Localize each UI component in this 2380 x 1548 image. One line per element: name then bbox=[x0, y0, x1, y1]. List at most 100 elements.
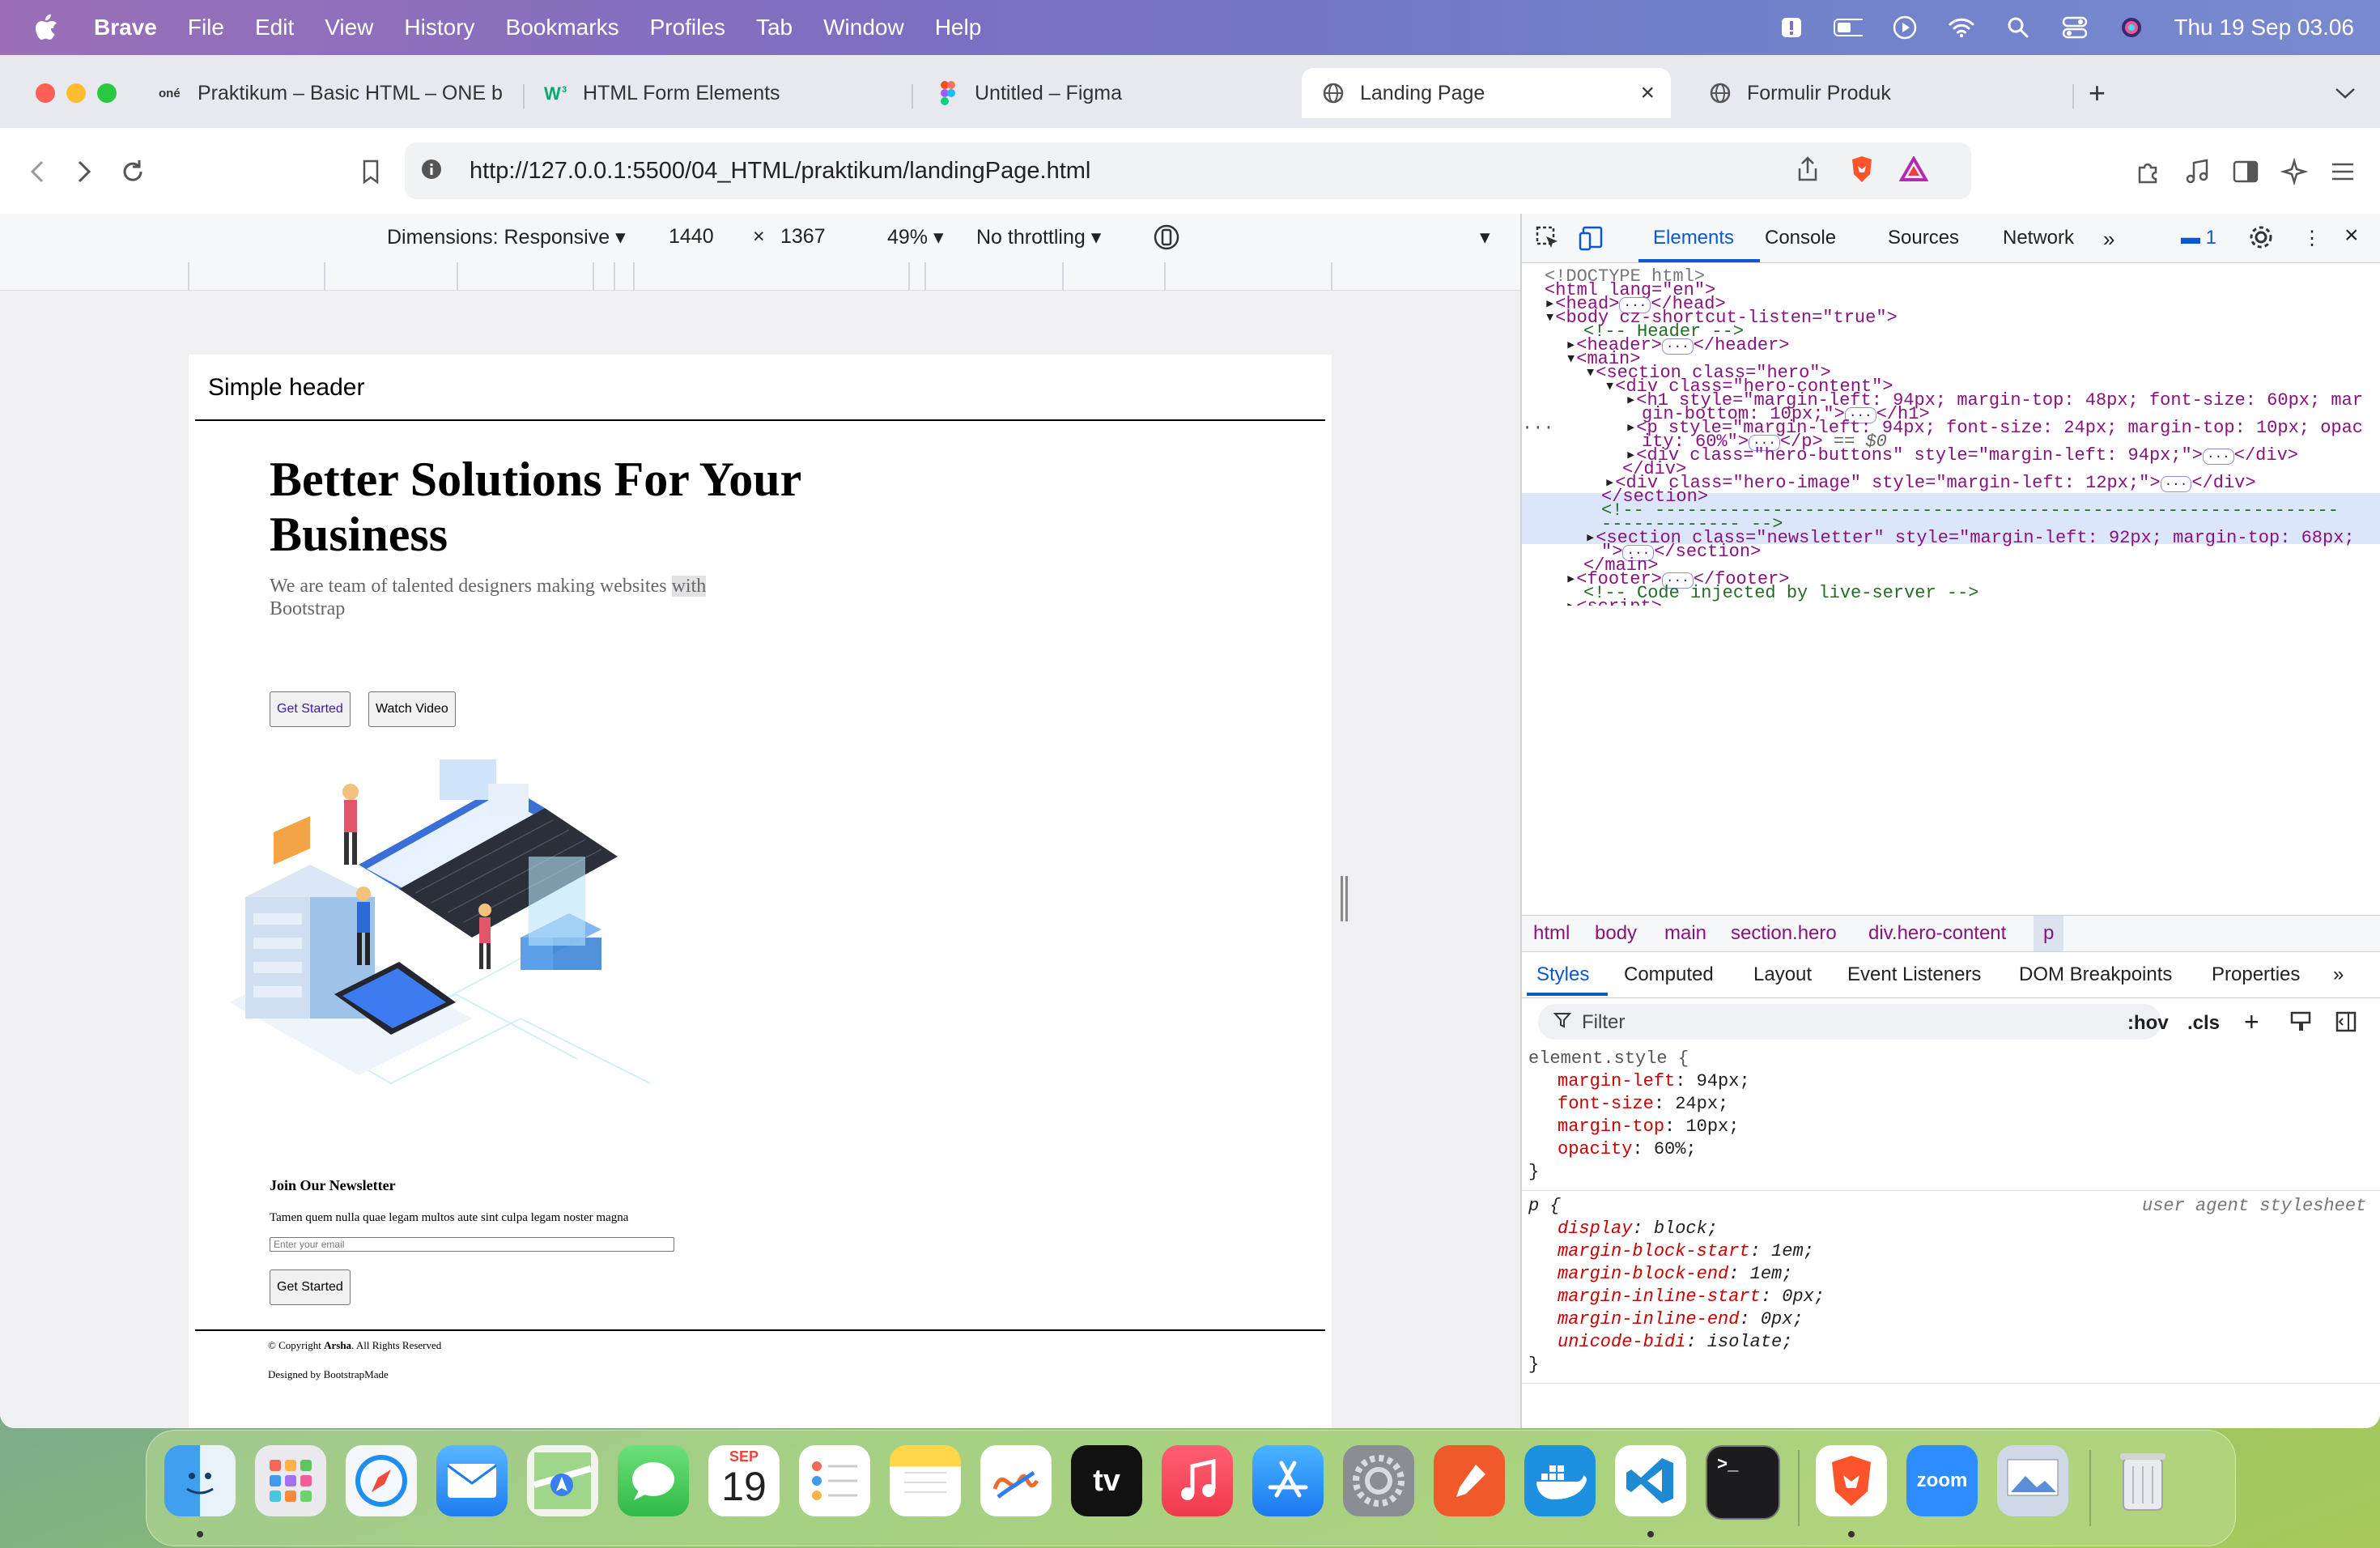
sidebar-icon[interactable] bbox=[2228, 154, 2263, 189]
breadcrumb-item[interactable]: div.hero-content bbox=[1868, 922, 2006, 945]
calendar-icon[interactable]: SEP 19 bbox=[708, 1445, 780, 1516]
menu-history[interactable]: History bbox=[404, 15, 474, 40]
mail-icon[interactable] bbox=[436, 1445, 508, 1516]
style-declaration[interactable]: font-size: 24px; bbox=[1558, 1093, 1728, 1116]
wifi-icon[interactable] bbox=[1947, 13, 1976, 42]
maps-icon[interactable] bbox=[527, 1445, 598, 1516]
forward-icon[interactable] bbox=[66, 154, 102, 189]
style-declaration[interactable]: margin-block-end: 1em; bbox=[1558, 1263, 1792, 1286]
width-input[interactable]: 1440 bbox=[669, 225, 742, 249]
messages-icon[interactable] bbox=[618, 1445, 689, 1516]
siri-icon[interactable] bbox=[2117, 13, 2146, 42]
style-declaration[interactable]: margin-top: 10px; bbox=[1558, 1116, 1739, 1138]
style-declaration[interactable]: margin-inline-start: 0px; bbox=[1558, 1286, 1825, 1308]
cls-toggle[interactable]: .cls bbox=[2187, 1012, 2220, 1035]
watch-video-button[interactable]: Watch Video bbox=[368, 691, 456, 727]
collapse-arrow-icon[interactable]: ▾ bbox=[1585, 363, 1596, 383]
postman-icon[interactable] bbox=[1434, 1445, 1505, 1516]
ellipsis-badge[interactable]: ··· bbox=[2160, 476, 2192, 492]
vscode-icon[interactable] bbox=[1615, 1445, 1686, 1516]
tab-elements[interactable]: Elements bbox=[1653, 227, 1734, 249]
expand-arrow-icon[interactable]: ▸ bbox=[1626, 390, 1636, 410]
rule-selector[interactable]: element.style { bbox=[1528, 1048, 1689, 1070]
more-options-icon[interactable]: ⋮ bbox=[2302, 227, 2322, 250]
subtab-styles[interactable]: Styles bbox=[1536, 963, 1589, 986]
subtab-layout[interactable]: Layout bbox=[1753, 963, 1812, 986]
tab-console[interactable]: Console bbox=[1765, 227, 1836, 249]
tab-html-form-elements[interactable]: W3 HTML Form Elements bbox=[544, 68, 884, 118]
zoom-window-button[interactable] bbox=[97, 83, 117, 103]
battery-icon[interactable] bbox=[1834, 13, 1864, 42]
app-store-icon[interactable] bbox=[1252, 1445, 1324, 1516]
more-tabs-icon[interactable]: » bbox=[2103, 227, 2114, 252]
style-declaration[interactable]: display: block; bbox=[1558, 1218, 1718, 1240]
leo-ai-icon[interactable] bbox=[2276, 154, 2312, 189]
tab-landing-page[interactable]: Landing Page × bbox=[1302, 68, 1671, 118]
preview-icon[interactable] bbox=[1997, 1445, 2068, 1516]
breadcrumb-item[interactable]: body bbox=[1595, 922, 1637, 945]
menu-edit[interactable]: Edit bbox=[255, 15, 294, 40]
apple-icon[interactable] bbox=[29, 10, 62, 45]
collapse-arrow-icon[interactable]: ▾ bbox=[1566, 349, 1576, 369]
dom-line[interactable]: ▸<div class="hero-buttons" style="margin… bbox=[1626, 443, 2298, 469]
freeform-icon[interactable] bbox=[980, 1445, 1052, 1516]
play-circle-icon[interactable] bbox=[1890, 13, 1919, 42]
menu-help[interactable]: Help bbox=[935, 15, 982, 40]
expand-arrow-icon[interactable]: ▸ bbox=[1626, 418, 1636, 438]
docker-icon[interactable] bbox=[1524, 1445, 1596, 1516]
style-declaration[interactable]: unicode-bidi: isolate; bbox=[1558, 1331, 1792, 1354]
rule-selector[interactable]: p { bbox=[1528, 1195, 1561, 1218]
menu-hamburger-icon[interactable] bbox=[2325, 154, 2361, 189]
newsletter-submit-button[interactable]: Get Started bbox=[270, 1269, 351, 1305]
close-devtools-icon[interactable]: × bbox=[2344, 222, 2359, 249]
zoom-dropdown[interactable]: 49% ▾ bbox=[887, 225, 944, 249]
menu-view[interactable]: View bbox=[325, 15, 373, 40]
email-input[interactable]: Enter your email bbox=[270, 1237, 674, 1252]
ellipsis-badge[interactable]: ··· bbox=[1661, 338, 1694, 355]
tab-praktikum[interactable]: oné Praktikum – Basic HTML – ONE b bbox=[159, 68, 507, 118]
bookmark-icon[interactable] bbox=[353, 154, 389, 189]
spotlight-search-icon[interactable] bbox=[2004, 13, 2033, 42]
node-actions-icon[interactable]: ··· bbox=[1522, 415, 1554, 441]
dimensions-dropdown[interactable]: Dimensions: Responsive ▾ bbox=[387, 225, 626, 249]
device-options-icon[interactable]: ▾ bbox=[1480, 225, 1490, 249]
menu-app-name[interactable]: Brave bbox=[94, 15, 157, 40]
rotate-icon[interactable] bbox=[1151, 222, 1182, 258]
share-icon[interactable] bbox=[1796, 155, 1820, 187]
subtab-properties[interactable]: Properties bbox=[2212, 963, 2300, 986]
paint-icon[interactable] bbox=[2289, 1010, 2312, 1039]
menu-tab[interactable]: Tab bbox=[756, 15, 793, 40]
notes-icon[interactable] bbox=[890, 1445, 961, 1516]
style-declaration[interactable]: margin-inline-end: 0px; bbox=[1558, 1308, 1804, 1331]
dom-line[interactable]: ▸<script> bbox=[1566, 594, 1662, 606]
safari-icon[interactable] bbox=[346, 1445, 417, 1516]
brave-rewards-icon[interactable] bbox=[1898, 155, 1929, 186]
brave-icon[interactable] bbox=[1816, 1445, 1887, 1516]
tab-network[interactable]: Network bbox=[2003, 227, 2074, 249]
inspect-element-icon[interactable] bbox=[1535, 225, 1561, 257]
brave-shields-icon[interactable] bbox=[1849, 155, 1875, 188]
system-settings-icon[interactable] bbox=[1343, 1445, 1414, 1516]
extensions-icon[interactable] bbox=[2131, 154, 2166, 189]
style-declaration[interactable]: margin-block-start: 1em; bbox=[1558, 1240, 1814, 1263]
exclamation-status-icon[interactable] bbox=[1777, 13, 1806, 42]
get-started-button[interactable]: Get Started bbox=[270, 691, 351, 727]
tab-formulir-produk[interactable]: Formulir Produk bbox=[1708, 68, 2032, 118]
collapse-arrow-icon[interactable]: ▾ bbox=[1545, 308, 1555, 328]
device-toggle-icon[interactable] bbox=[1579, 225, 1606, 257]
close-window-button[interactable] bbox=[36, 83, 55, 103]
tab-figma[interactable]: Untitled – Figma bbox=[936, 68, 1260, 118]
viewport-resize-handle-right[interactable] bbox=[1341, 876, 1349, 921]
zoom-icon[interactable]: zoom bbox=[1906, 1445, 1978, 1516]
style-declaration[interactable]: margin-left: 94px; bbox=[1558, 1070, 1750, 1093]
ellipsis-badge[interactable]: ··· bbox=[2202, 449, 2234, 465]
breadcrumb-item-active[interactable]: p bbox=[2034, 916, 2064, 951]
expand-arrow-icon[interactable]: ▸ bbox=[1585, 528, 1596, 548]
reminders-icon[interactable] bbox=[799, 1445, 870, 1516]
expand-arrow-icon[interactable]: ▸ bbox=[1566, 597, 1576, 606]
toggle-sidebar-icon[interactable] bbox=[2335, 1010, 2357, 1039]
new-tab-button[interactable]: + bbox=[2089, 68, 2121, 118]
settings-gear-icon[interactable] bbox=[2247, 223, 2275, 257]
launchpad-icon[interactable] bbox=[255, 1445, 326, 1516]
breadcrumb-item[interactable]: html bbox=[1533, 922, 1570, 945]
